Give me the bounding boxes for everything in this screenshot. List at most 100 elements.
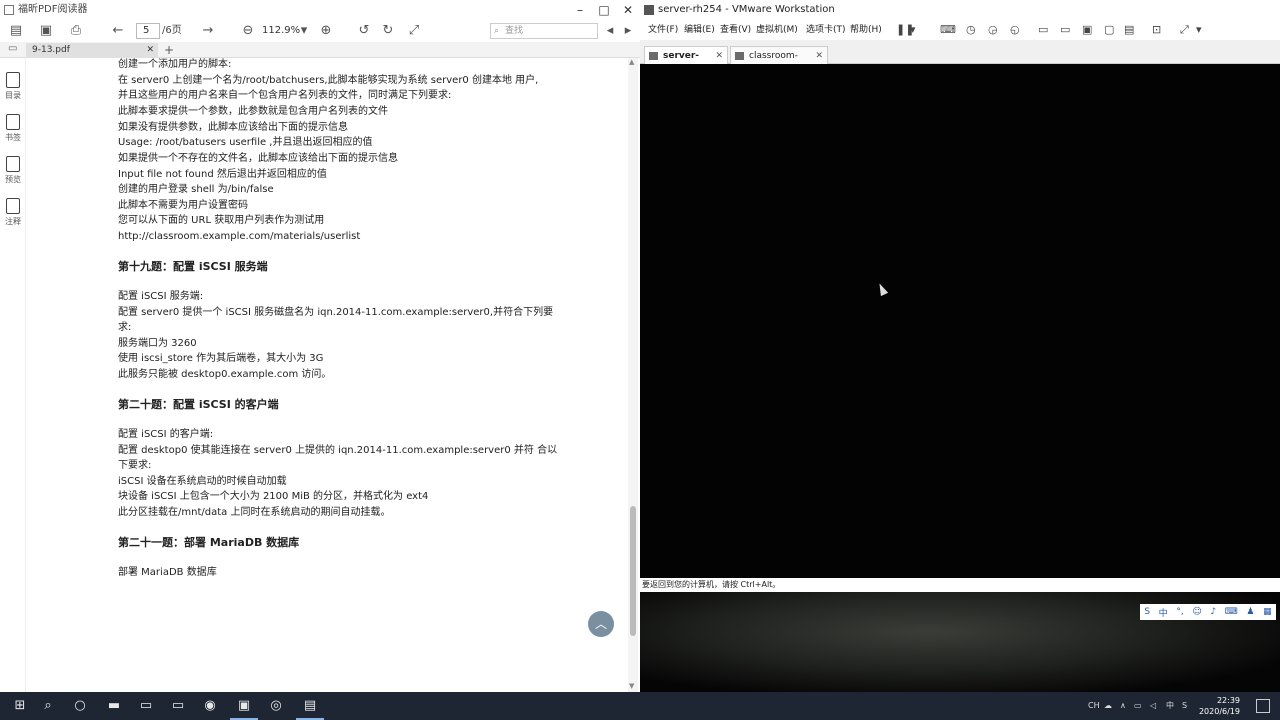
- chrome-icon[interactable]: ◎: [266, 696, 286, 716]
- app-icon-1[interactable]: ▭: [136, 696, 156, 716]
- file-explorer-icon[interactable]: ▬: [104, 696, 124, 716]
- text-line: 您可以从下面的 URL 获取用户列表作为测试用: [118, 215, 325, 226]
- page-number-input[interactable]: 5: [136, 23, 160, 39]
- input-language[interactable]: CH: [1088, 692, 1100, 720]
- terminal-icon[interactable]: ⊡: [1152, 23, 1161, 37]
- system-clock[interactable]: 22:39 2020/6/19: [1199, 695, 1240, 717]
- sidebar-toggle-icon[interactable]: ▭: [1038, 23, 1048, 37]
- url-text: http://classroom.example.com/materials/u…: [118, 231, 361, 242]
- text-line: 如果没有提供参数，此脚本应该给出下面的提示信息: [118, 122, 348, 133]
- clock-time: 22:39: [1216, 696, 1240, 705]
- forward-arrow-icon[interactable]: →: [200, 23, 216, 39]
- tab-close-icon[interactable]: ✕: [815, 47, 823, 65]
- folder-icon[interactable]: ▭: [8, 43, 17, 54]
- vm-icon: [649, 52, 658, 60]
- back-to-top-button[interactable]: ︿: [588, 611, 614, 637]
- rotate-left-icon[interactable]: ↺: [356, 23, 372, 39]
- fullscreen-icon[interactable]: ▣: [1082, 23, 1092, 37]
- mouse-cursor-icon: [875, 281, 889, 297]
- stretch-dropdown-icon[interactable]: ▾: [1196, 23, 1202, 37]
- tab-classroom-rh254[interactable]: classroom-rh254 ✕: [730, 46, 828, 79]
- text-line: 创建一个添加用户的脚本:: [118, 59, 232, 70]
- vmware-tab-bar: server-rh254 ✕ classroom-rh254 ✕: [640, 40, 1280, 79]
- tools-icon[interactable]: ▦: [1263, 607, 1272, 617]
- save-icon[interactable]: ▣: [38, 23, 54, 39]
- task-view-icon[interactable]: ○: [70, 696, 90, 716]
- sidebar-item-preview[interactable]: 预览: [3, 156, 23, 185]
- fit-page-icon[interactable]: ⤢: [406, 23, 422, 39]
- new-tab-icon[interactable]: +: [164, 42, 174, 58]
- sidebar-item-bookmarks[interactable]: 书签: [3, 114, 23, 143]
- scroll-thumb[interactable]: [630, 506, 636, 636]
- scroll-down-icon[interactable]: ▼: [629, 682, 634, 690]
- app-icon-2[interactable]: ▭: [168, 696, 188, 716]
- search-icon[interactable]: ⌕: [38, 696, 58, 716]
- onedrive-icon[interactable]: ☁: [1104, 692, 1112, 720]
- network-icon[interactable]: ▭: [1134, 692, 1142, 720]
- stretch-icon[interactable]: ⤢: [1180, 23, 1189, 37]
- menu-view[interactable]: 查看(V): [720, 20, 751, 40]
- notification-icon[interactable]: [1256, 699, 1270, 713]
- minimize-icon[interactable]: –: [568, 0, 592, 20]
- browser-icon[interactable]: ◉: [200, 696, 220, 716]
- search-input[interactable]: ⌕ 查找: [490, 23, 598, 39]
- menu-edit[interactable]: 编辑(E): [684, 20, 715, 40]
- skin-icon[interactable]: ♟: [1246, 607, 1254, 617]
- desktop-wallpaper: S 中 °, ☺ ♪ ⌨ ♟ ▦: [640, 592, 1280, 692]
- scroll-up-icon[interactable]: ▲: [629, 58, 634, 66]
- revert-snapshot-icon[interactable]: ◶: [988, 23, 998, 37]
- snapshot-icon[interactable]: ◷: [966, 23, 976, 37]
- search-prev-icon[interactable]: ◂: [602, 23, 618, 39]
- zoom-in-icon[interactable]: ⊕: [318, 23, 334, 39]
- text-line: 配置 iSCSI 服务端:: [118, 291, 204, 302]
- vm-console-screen[interactable]: [640, 64, 1280, 578]
- tab-close-icon[interactable]: ✕: [715, 47, 723, 65]
- unity-icon[interactable]: ▢: [1104, 23, 1114, 37]
- pdf-scrollbar[interactable]: ▲ ▼: [628, 58, 638, 692]
- sidebar-item-toc[interactable]: 目录: [3, 72, 23, 101]
- zoom-dropdown-icon[interactable]: ▾: [296, 23, 312, 39]
- menu-vm[interactable]: 虚拟机(M): [756, 20, 798, 40]
- ime-taskbar-icon[interactable]: 中: [1166, 692, 1174, 720]
- windows-start-icon[interactable]: ⊞: [10, 696, 30, 716]
- back-arrow-icon[interactable]: ←: [110, 23, 126, 39]
- pdf-titlebar: 福昕PDF阅读器 – □ ✕: [0, 0, 640, 20]
- menu-file[interactable]: 文件(F): [648, 20, 678, 40]
- preview-icon: [6, 156, 20, 172]
- menu-tabs[interactable]: 选项卡(T): [806, 20, 846, 40]
- sidebar-item-annotations[interactable]: 注释: [3, 198, 23, 227]
- sogou-taskbar-icon[interactable]: S: [1182, 692, 1187, 720]
- tab-close-icon[interactable]: ✕: [146, 43, 154, 58]
- thumbnail-icon[interactable]: ▭: [1060, 23, 1070, 37]
- tray-chevron-icon[interactable]: ∧: [1120, 692, 1126, 720]
- pdf-document-tab[interactable]: 9-13.pdf ✕: [26, 43, 158, 58]
- search-placeholder: 查找: [505, 26, 524, 36]
- console-icon[interactable]: ▤: [1124, 23, 1134, 37]
- search-next-icon[interactable]: ▸: [620, 23, 636, 39]
- emoji-icon[interactable]: ☺: [1192, 607, 1201, 617]
- volume-icon[interactable]: ◁: [1150, 692, 1156, 720]
- dropdown-icon[interactable]: ▾: [910, 23, 916, 37]
- ime-mode[interactable]: 中: [1159, 606, 1168, 619]
- text-line: 求:: [118, 322, 132, 333]
- menu-help[interactable]: 帮助(H): [850, 20, 882, 40]
- text-line: 此分区挂载在/mnt/data 上同时在系统启动的期间自动挂载。: [118, 507, 391, 518]
- rotate-right-icon[interactable]: ↻: [380, 23, 396, 39]
- zoom-out-icon[interactable]: ⊖: [240, 23, 256, 39]
- vmware-taskbar-icon[interactable]: ▣: [230, 696, 258, 720]
- keyboard-icon[interactable]: ⌨: [1225, 607, 1238, 617]
- text-line: 在 server0 上创建一个名为/root/batchusers,此脚本能够实…: [118, 75, 539, 86]
- ime-toolbar[interactable]: S 中 °, ☺ ♪ ⌨ ♟ ▦: [1140, 604, 1276, 620]
- open-folder-icon[interactable]: ▤: [8, 23, 24, 39]
- punctuation-icon[interactable]: °,: [1176, 607, 1183, 617]
- microphone-icon[interactable]: ♪: [1210, 607, 1216, 617]
- send-ctrl-alt-del-icon[interactable]: ⌨: [940, 23, 956, 37]
- tab-server-rh254[interactable]: server-rh254 ✕: [644, 46, 728, 79]
- print-icon[interactable]: ⎙: [68, 23, 84, 39]
- maximize-icon[interactable]: □: [592, 0, 616, 20]
- close-icon[interactable]: ✕: [616, 0, 640, 20]
- section-heading: 第二十一题：部署 MariaDB 数据库: [118, 536, 300, 549]
- pdf-reader-taskbar-icon[interactable]: ▤: [296, 696, 324, 720]
- vmware-titlebar: server-rh254 - VMware Workstation: [640, 0, 1280, 20]
- snapshot-manager-icon[interactable]: ◵: [1010, 23, 1020, 37]
